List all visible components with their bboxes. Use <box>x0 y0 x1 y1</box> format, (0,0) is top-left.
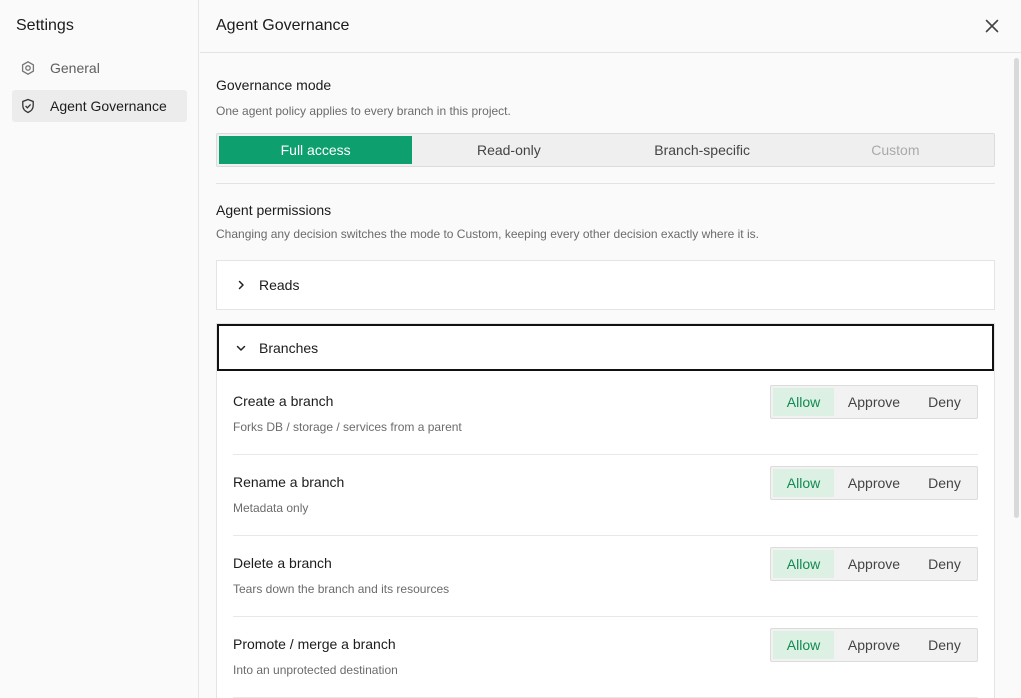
chevron-right-icon <box>235 279 247 291</box>
sidebar-item-agent-governance[interactable]: Agent Governance <box>12 90 187 122</box>
permission-title: Create a branch <box>233 393 334 409</box>
permission-row-delete-branch: Delete a branch Tears down the branch an… <box>233 536 978 617</box>
sidebar-item-label: Agent Governance <box>50 98 167 114</box>
sidebar-item-general[interactable]: General <box>12 52 187 84</box>
page-header: Agent Governance <box>200 0 1021 53</box>
permission-row-rename-branch: Rename a branch Metadata only Allow Appr… <box>233 455 978 536</box>
accordion-label: Reads <box>259 277 300 293</box>
decision-selector: Allow Approve Deny <box>770 466 978 500</box>
deny-button[interactable]: Deny <box>914 550 975 578</box>
decision-selector: Allow Approve Deny <box>770 547 978 581</box>
approve-button[interactable]: Approve <box>834 469 914 497</box>
permission-description: Tears down the branch and its resources <box>233 582 450 596</box>
settings-sidebar: Settings General Agent Governance <box>0 0 199 698</box>
sidebar-title: Settings <box>16 17 74 34</box>
permission-description: Metadata only <box>233 501 309 515</box>
reads-accordion-header[interactable]: Reads <box>217 261 994 309</box>
page-title: Agent Governance <box>216 17 350 34</box>
deny-button[interactable]: Deny <box>914 388 975 416</box>
approve-button[interactable]: Approve <box>834 388 914 416</box>
branches-accordion: Branches Create a branch Forks DB / stor… <box>216 323 995 698</box>
permission-description: Into an unprotected destination <box>233 663 398 677</box>
governance-mode-selector: Full access Read-only Branch-specific Cu… <box>216 133 995 167</box>
mode-branch-specific-button[interactable]: Branch-specific <box>606 136 799 164</box>
section-divider <box>216 183 995 184</box>
agent-permissions-description: Changing any decision switches the mode … <box>216 227 759 241</box>
allow-button[interactable]: Allow <box>773 388 834 416</box>
agent-permissions-title: Agent permissions <box>216 202 332 218</box>
permission-title: Promote / merge a branch <box>233 636 396 652</box>
decision-selector: Allow Approve Deny <box>770 385 978 419</box>
mode-full-access-button[interactable]: Full access <box>219 136 413 164</box>
sidebar-item-label: General <box>50 60 100 76</box>
close-icon <box>985 19 999 33</box>
permission-row-create-branch: Create a branch Forks DB / storage / ser… <box>233 374 978 455</box>
approve-button[interactable]: Approve <box>834 631 914 659</box>
governance-mode-description: One agent policy applies to every branch… <box>216 104 511 118</box>
permission-title: Delete a branch <box>233 555 332 571</box>
allow-button[interactable]: Allow <box>773 469 834 497</box>
decision-selector: Allow Approve Deny <box>770 628 978 662</box>
close-button[interactable] <box>983 17 1001 35</box>
governance-mode-title: Governance mode <box>216 77 332 93</box>
gear-icon <box>20 60 36 76</box>
shield-check-icon <box>20 98 36 114</box>
scrollbar[interactable] <box>1014 58 1019 518</box>
deny-button[interactable]: Deny <box>914 631 975 659</box>
settings-content: Governance mode One agent policy applies… <box>200 54 1021 698</box>
deny-button[interactable]: Deny <box>914 469 975 497</box>
permission-title: Rename a branch <box>233 474 345 490</box>
accordion-label: Branches <box>259 339 319 356</box>
approve-button[interactable]: Approve <box>834 550 914 578</box>
permission-description: Forks DB / storage / services from a par… <box>233 420 462 434</box>
allow-button[interactable]: Allow <box>773 631 834 659</box>
allow-button[interactable]: Allow <box>773 550 834 578</box>
branches-accordion-header[interactable]: Branches <box>217 324 994 371</box>
mode-custom-button[interactable]: Custom <box>799 136 992 164</box>
mode-read-only-button[interactable]: Read-only <box>412 136 605 164</box>
permission-row-promote-merge-branch: Promote / merge a branch Into an unprote… <box>233 617 978 698</box>
reads-accordion: Reads <box>216 260 995 310</box>
chevron-down-icon <box>235 342 247 354</box>
